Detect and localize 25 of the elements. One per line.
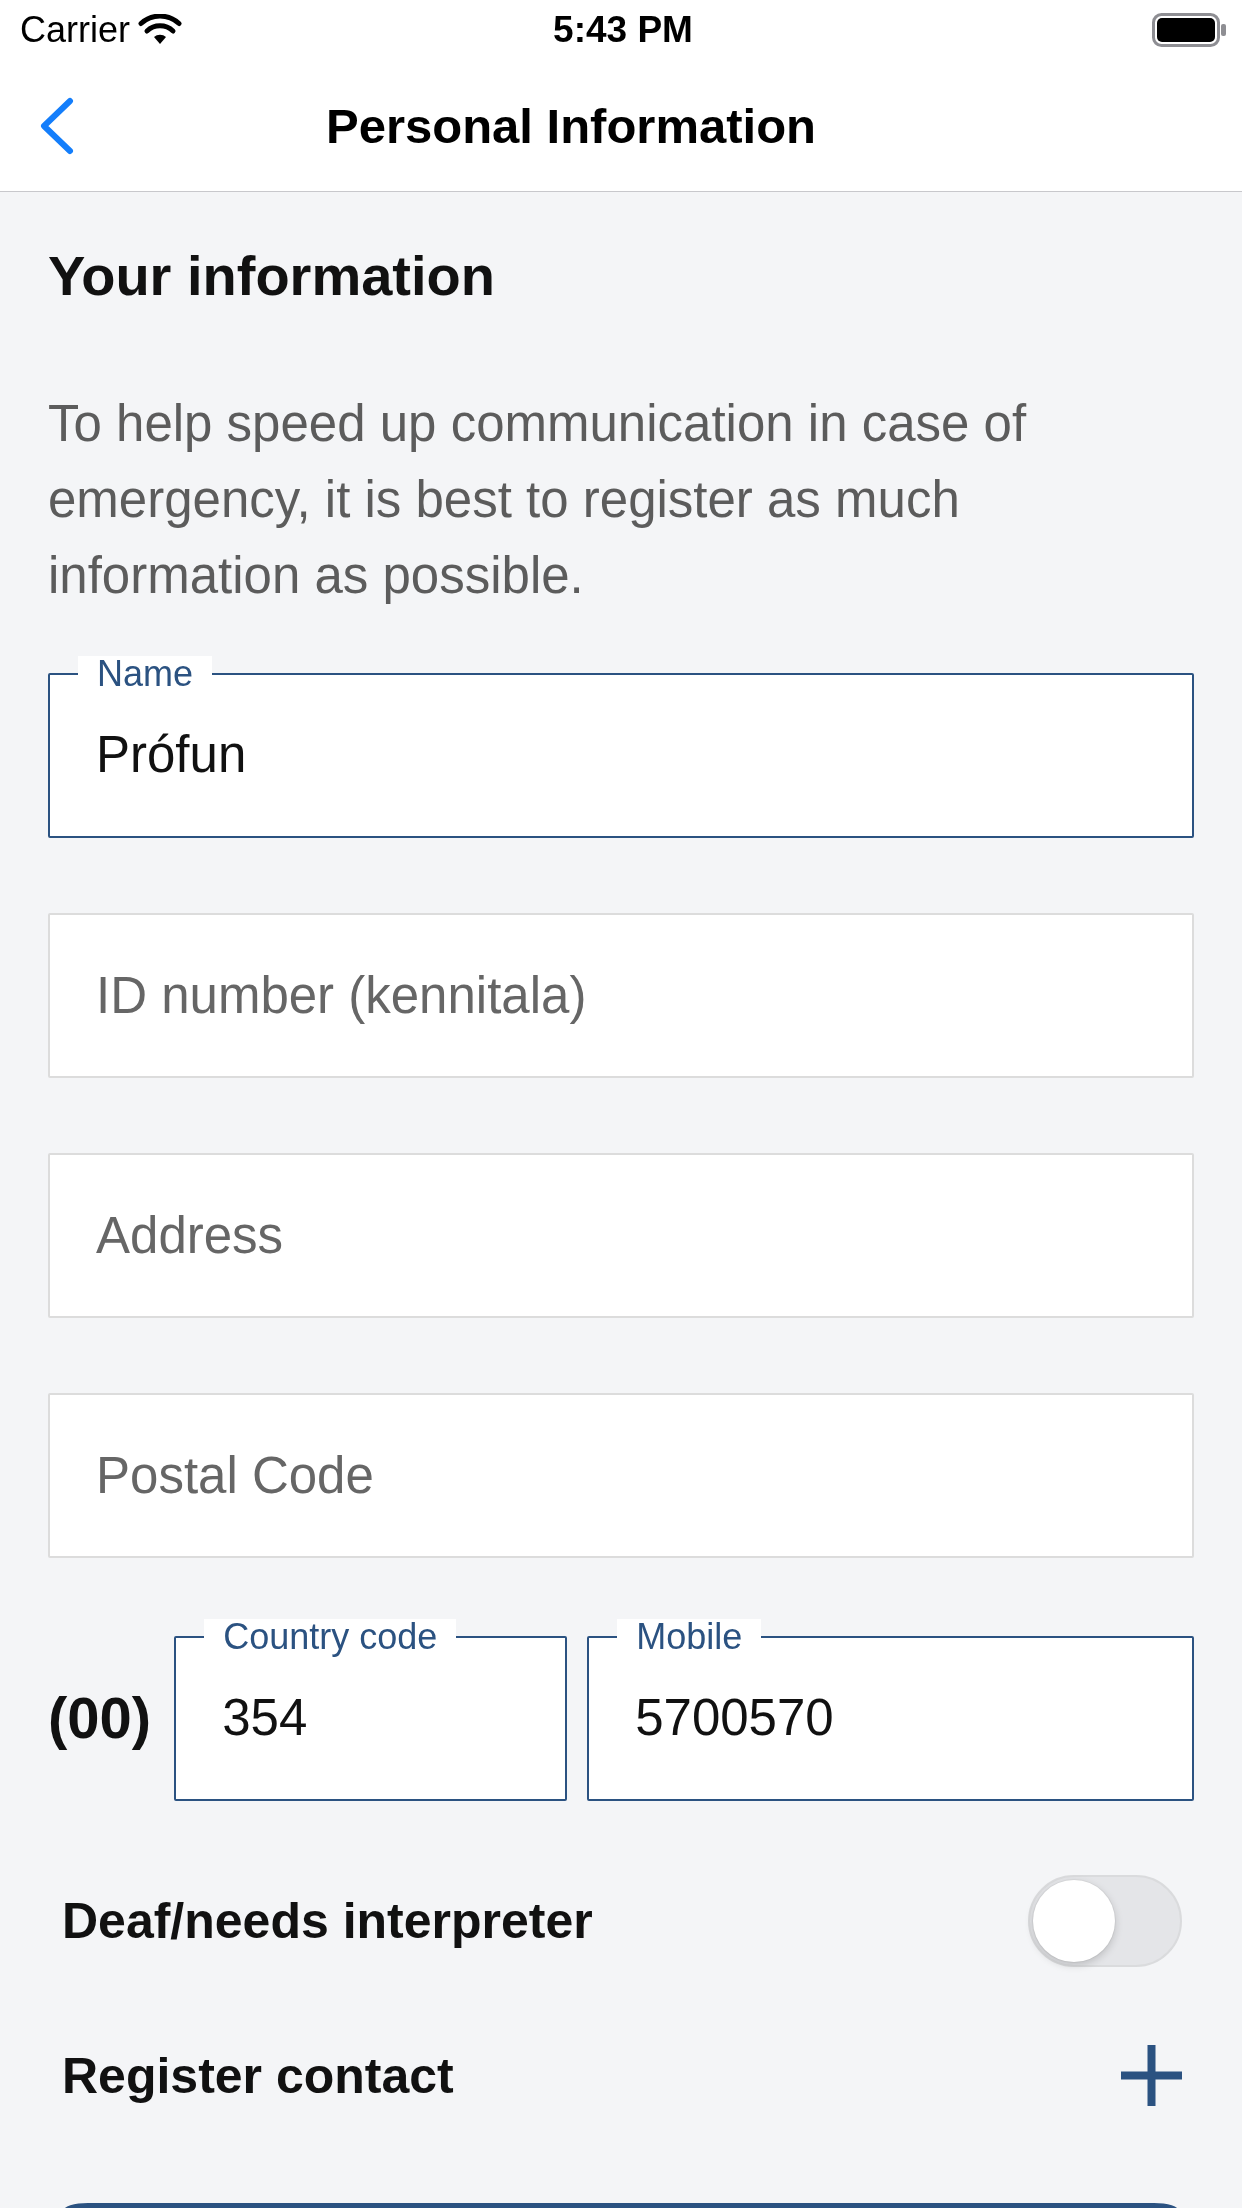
field-label: Country code (204, 1619, 457, 1655)
field-value: Prófun (96, 725, 247, 785)
input-field[interactable]: ID number (kennitala) (48, 913, 1194, 1078)
battery-icon (1152, 13, 1226, 47)
field-value: 5700570 (635, 1688, 834, 1748)
wifi-icon (138, 14, 182, 46)
input-field[interactable]: Postal Code (48, 1393, 1194, 1558)
page-title: Personal Information (325, 97, 817, 155)
status-time: 5:43 PM (553, 10, 693, 50)
description-text: To help speed up communication in case of emergency, it is best to register as much information as possible. (48, 394, 1028, 606)
plus-icon[interactable] (1121, 2045, 1182, 2106)
section-heading: Your information (48, 243, 496, 309)
input-field[interactable]: Name Prófun (48, 656, 1194, 838)
setting-label: Deaf/needs interpreter (62, 1892, 593, 1951)
input-field[interactable]: Address (48, 1153, 1194, 1318)
phone-prefix: (00) (48, 1684, 152, 1752)
setting-label: Register contact (62, 2046, 454, 2106)
input-field[interactable]: Country code 354 (174, 1619, 568, 1801)
field-value: 354 (222, 1688, 308, 1748)
carrier-name: Carrier (20, 10, 130, 50)
placeholder-text: ID number (kennitala) (96, 965, 587, 1026)
placeholder-text: Postal Code (96, 1445, 374, 1506)
back-icon[interactable] (39, 96, 75, 155)
placeholder-text: Address (96, 1205, 284, 1266)
input-field[interactable]: Mobile 5700570 (587, 1619, 1194, 1801)
